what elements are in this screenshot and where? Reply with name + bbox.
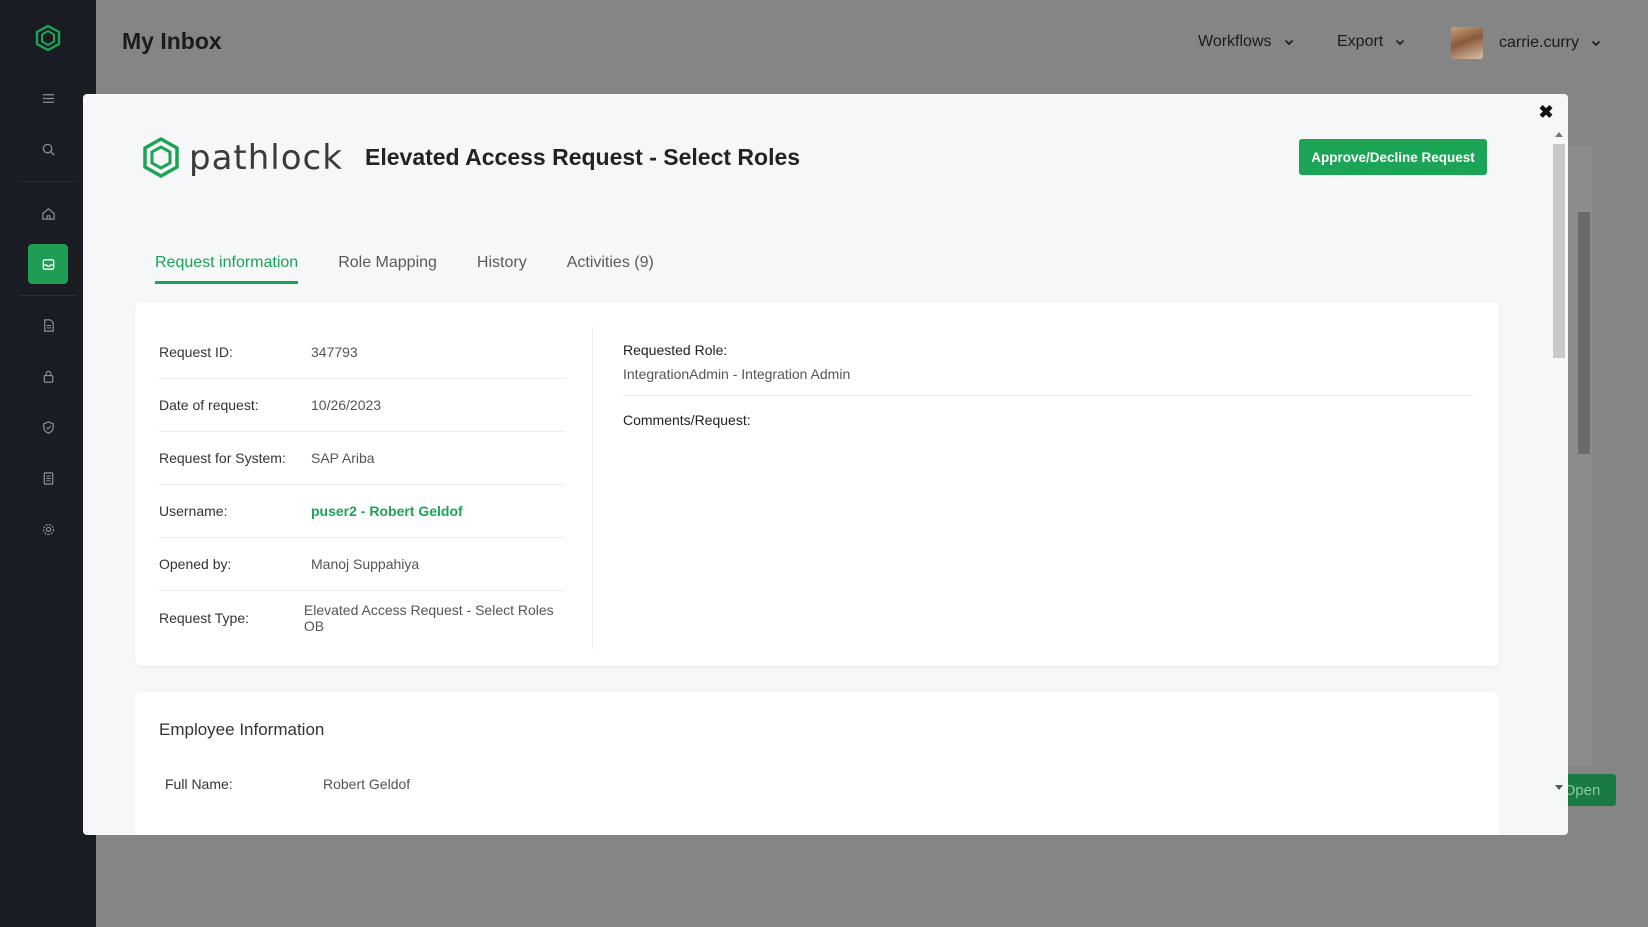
column-divider [592, 326, 593, 650]
tab-activities[interactable]: Activities (9) [567, 254, 654, 284]
top-bar: My Inbox Workflows Export carrie.curry [96, 0, 1648, 86]
background-scrollbar[interactable] [1578, 212, 1590, 454]
field-value: Elevated Access Request - Select Roles O… [303, 601, 554, 634]
comments-label: Comments/Request: [623, 412, 751, 428]
field-value: SAP Ariba [311, 450, 375, 466]
pathlock-logo-icon [143, 136, 179, 179]
modal-scrollbar[interactable] [1552, 130, 1566, 790]
export-label: Export [1337, 33, 1384, 50]
scroll-up-icon[interactable] [1555, 132, 1563, 137]
field-date-of-request: Date of request: 10/26/2023 [159, 379, 565, 432]
sidebar [0, 0, 96, 927]
requested-role-label: Requested Role: [623, 342, 728, 358]
tab-role-mapping[interactable]: Role Mapping [338, 254, 437, 284]
request-modal: ✖ pathlock Elevated Access Request - Sel… [83, 94, 1568, 835]
field-value: 10/26/2023 [311, 397, 382, 413]
employee-info-card: Employee Information Full Name: Robert G… [135, 692, 1499, 835]
requested-role-value: IntegrationAdmin - Integration Admin [623, 366, 851, 382]
tab-bar: Request information Role Mapping History… [155, 254, 694, 284]
export-menu[interactable]: Export [1337, 33, 1405, 51]
field-system: Request for System: SAP Ariba [159, 432, 565, 485]
tab-history[interactable]: History [477, 254, 527, 284]
field-username: Username: puser2 - Robert Geldof [159, 485, 565, 538]
field-label: Username: [159, 503, 228, 519]
tab-request-information[interactable]: Request information [155, 254, 299, 284]
search-icon[interactable] [28, 129, 68, 169]
brand-name: pathlock [189, 138, 343, 178]
approve-decline-button[interactable]: Approve/Decline Request [1299, 139, 1487, 175]
username-label: carrie.curry [1499, 34, 1580, 51]
scrollbar-thumb[interactable] [1553, 144, 1565, 358]
inbox-icon[interactable] [28, 244, 68, 284]
request-info-card: Request ID: 347793 Date of request: 10/2… [135, 302, 1499, 666]
chevron-down-icon [1591, 40, 1601, 47]
chevron-down-icon [1284, 39, 1293, 46]
employee-info-heading: Employee Information [159, 720, 325, 739]
field-label: Request for System: [159, 450, 286, 466]
pathlock-logo-icon[interactable] [34, 24, 62, 52]
shield-icon[interactable] [28, 407, 68, 447]
home-icon[interactable] [28, 193, 68, 233]
divider [623, 395, 1473, 396]
field-request-id: Request ID: 347793 [159, 326, 565, 379]
full-name-value: Robert Geldof [323, 776, 411, 792]
pathlock-brand: pathlock [141, 136, 343, 180]
scroll-down-icon[interactable] [1555, 785, 1563, 790]
field-value: 347793 [311, 344, 358, 360]
username-link[interactable]: puser2 - Robert Geldof [311, 503, 463, 519]
modal-title: Elevated Access Request - Select Roles [365, 144, 801, 170]
requested-role-block: Requested Role: IntegrationAdmin - Integ… [623, 342, 1473, 382]
menu-icon[interactable] [28, 78, 68, 118]
full-name-label: Full Name: [165, 776, 233, 792]
chevron-down-icon [1396, 39, 1405, 46]
field-label: Date of request: [159, 397, 259, 413]
workflows-menu[interactable]: Workflows [1198, 33, 1294, 51]
field-label: Request ID: [159, 344, 233, 360]
field-value: Manoj Suppahiya [311, 556, 420, 572]
settings-icon[interactable] [28, 509, 68, 549]
close-icon[interactable]: ✖ [1536, 102, 1556, 122]
report-icon[interactable] [28, 458, 68, 498]
workflows-label: Workflows [1198, 33, 1272, 50]
user-menu[interactable]: carrie.curry [1451, 27, 1601, 59]
document-icon[interactable] [28, 305, 68, 345]
field-request-type: Request Type: Elevated Access Request - … [159, 591, 565, 644]
field-label: Opened by: [159, 556, 232, 572]
page-title: My Inbox [122, 28, 222, 54]
avatar [1451, 27, 1483, 59]
lock-icon[interactable] [28, 356, 68, 396]
field-opened-by: Opened by: Manoj Suppahiya [159, 538, 565, 591]
field-label: Request Type: [159, 609, 250, 626]
comments-block: Comments/Request: [623, 412, 1473, 428]
